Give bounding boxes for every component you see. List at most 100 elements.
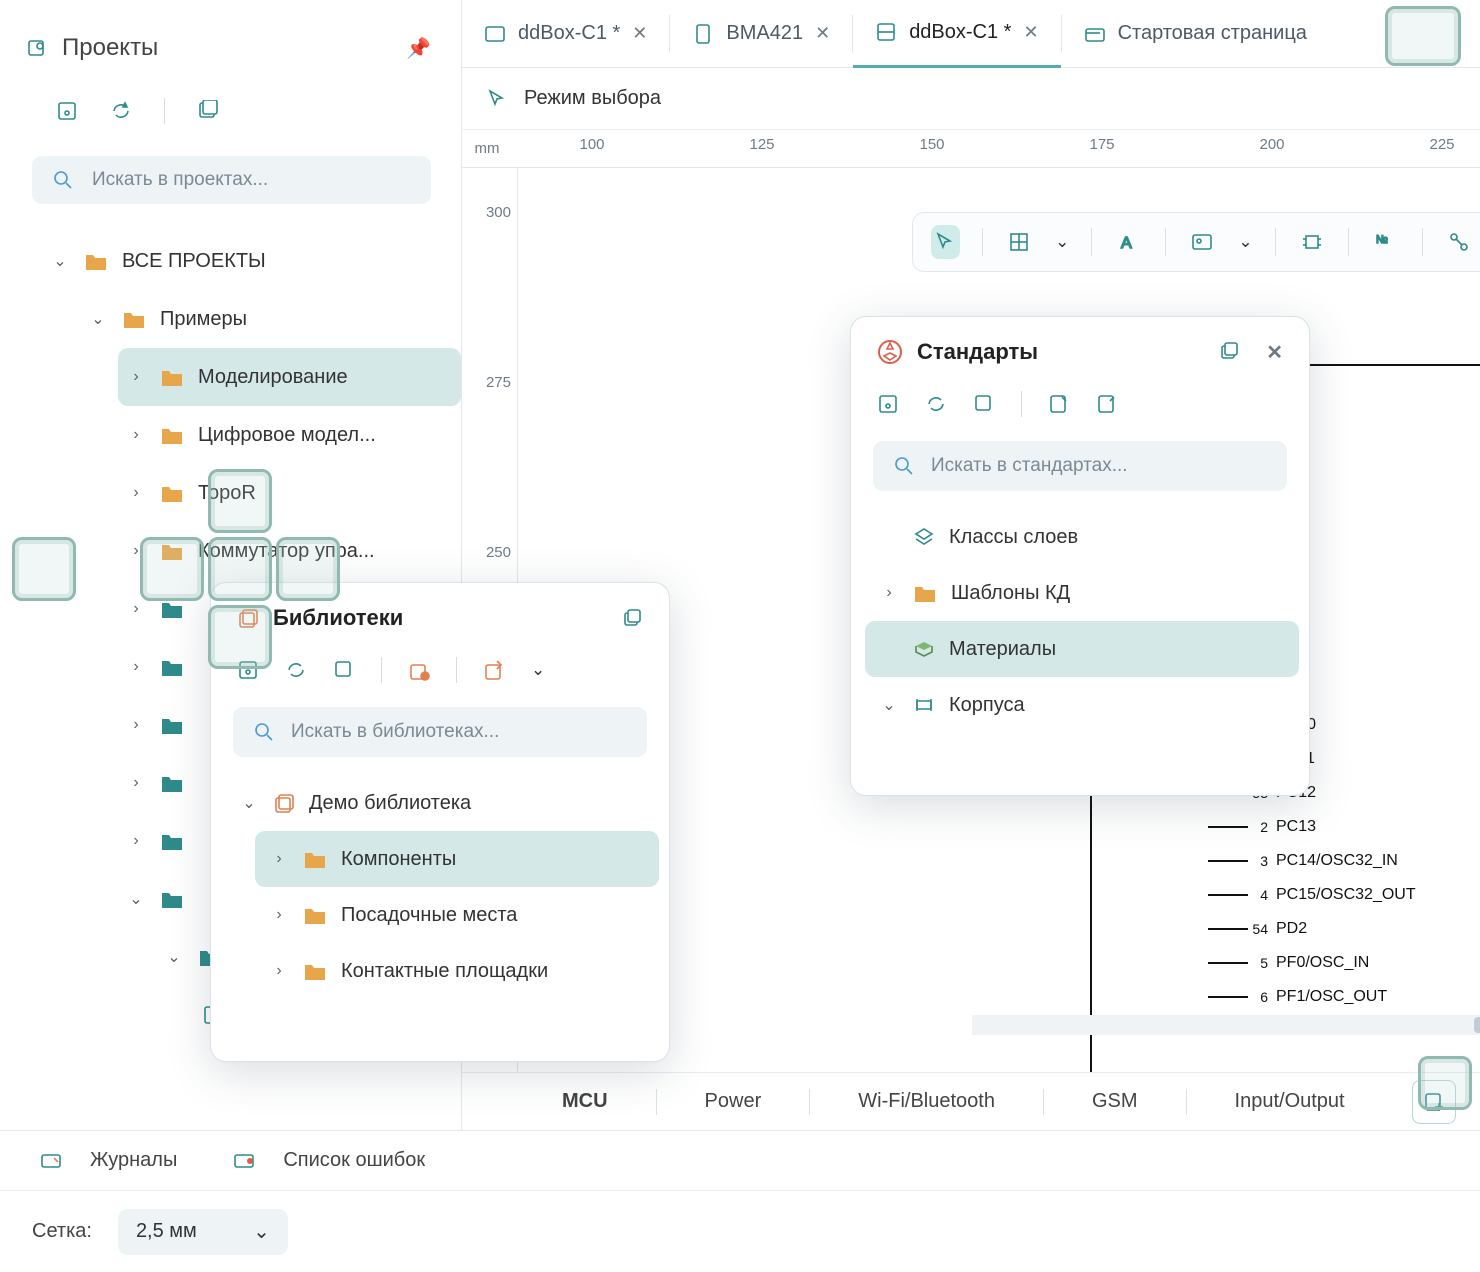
pin-number: 54 bbox=[1248, 921, 1268, 937]
sheet-tab[interactable]: GSM bbox=[1092, 1090, 1138, 1113]
document-tabbar: ddBox-C1 * ✕ BMA421 ✕ ddBox-C1 * ✕ Старт… bbox=[462, 0, 1480, 68]
tree-label: ВСЕ ПРОЕКТЫ bbox=[122, 250, 266, 273]
ruler-unit: mm bbox=[462, 130, 512, 167]
lib-item-pads[interactable]: › Контактные площадки bbox=[255, 943, 659, 999]
pin-stub bbox=[1208, 860, 1248, 862]
refresh-icon[interactable] bbox=[110, 100, 132, 122]
std-item-packages[interactable]: ⌄ Корпуса bbox=[865, 677, 1299, 733]
lib-item-footprints[interactable]: › Посадочные места bbox=[255, 887, 659, 943]
export-std-icon[interactable] bbox=[1096, 393, 1118, 415]
dock-hint-right[interactable] bbox=[276, 537, 340, 601]
reveal-icon[interactable] bbox=[877, 393, 899, 415]
tree-item-model[interactable]: › Моделирование bbox=[118, 348, 461, 406]
std-item-templates[interactable]: › Шаблоны КД bbox=[865, 565, 1299, 621]
standards-popup[interactable]: Стандарты ✕ Искать в стандартах... › Кла… bbox=[850, 316, 1310, 796]
tree-label: Компоненты bbox=[341, 848, 456, 871]
standards-search[interactable]: Искать в стандартах... bbox=[873, 441, 1287, 491]
std-item-layers[interactable]: › Классы слоев bbox=[865, 509, 1299, 565]
collapse-icon[interactable] bbox=[333, 659, 355, 681]
close-icon[interactable]: ✕ bbox=[815, 23, 830, 44]
folder-teal-icon bbox=[160, 830, 184, 852]
dock-hint-left[interactable] bbox=[140, 537, 204, 601]
scrollbar-thumb[interactable] bbox=[1474, 1017, 1480, 1033]
import-std-icon[interactable] bbox=[1048, 393, 1070, 415]
sheet-tabs: MCU Power Wi-Fi/Bluetooth GSM Input/Outp… bbox=[462, 1072, 1480, 1130]
add-lib-icon[interactable] bbox=[408, 659, 430, 681]
tab-file[interactable]: BMA421 ✕ bbox=[670, 0, 852, 68]
journals-button[interactable]: Журналы bbox=[90, 1149, 177, 1172]
tree-label: Контактные площадки bbox=[341, 960, 548, 983]
sheet-tab[interactable]: MCU bbox=[562, 1090, 608, 1113]
pin-icon[interactable]: 📌 bbox=[406, 36, 431, 61]
chevron-down-icon[interactable]: ⌄ bbox=[1238, 232, 1252, 252]
close-icon[interactable]: ✕ bbox=[632, 23, 647, 44]
lib-root[interactable]: ⌄ Демо библиотека bbox=[225, 775, 659, 831]
reveal-icon[interactable] bbox=[56, 100, 78, 122]
select-tool-button[interactable] bbox=[931, 225, 960, 259]
component-tool-button[interactable] bbox=[1297, 225, 1326, 259]
refresh-icon[interactable] bbox=[285, 659, 307, 681]
sheet-tab[interactable]: Wi-Fi/Bluetooth bbox=[858, 1090, 995, 1113]
tree-item-primery[interactable]: ⌄ Примеры bbox=[80, 290, 461, 348]
pin-stub bbox=[1208, 894, 1248, 896]
pin-stub bbox=[1208, 996, 1248, 998]
sheet-tab[interactable]: Input/Output bbox=[1235, 1090, 1345, 1113]
dock-hint-edge[interactable] bbox=[12, 537, 76, 601]
tree-item-digital[interactable]: › Цифровое модел... bbox=[118, 406, 461, 464]
pin-row: 6PF1/OSC_OUT bbox=[1070, 980, 1416, 1014]
chevron-down-icon: ⌄ bbox=[879, 695, 899, 715]
image-tool-button[interactable] bbox=[1188, 225, 1217, 259]
pin-name: PC13 bbox=[1276, 818, 1316, 836]
collapse-icon[interactable] bbox=[197, 100, 219, 122]
grid-select[interactable]: 2,5 мм ⌄ bbox=[118, 1209, 288, 1255]
ruler-tick: 150 bbox=[912, 136, 952, 153]
tab-label: ddBox-C1 * bbox=[909, 21, 1011, 44]
search-icon bbox=[52, 169, 74, 191]
designator-tool-button[interactable]: № bbox=[1371, 225, 1400, 259]
dock-hint-corner[interactable] bbox=[1385, 6, 1461, 66]
close-icon[interactable]: ✕ bbox=[1266, 340, 1283, 365]
tree-label: Примеры bbox=[160, 308, 247, 331]
close-icon[interactable]: ✕ bbox=[1023, 22, 1038, 43]
dock-hint-center[interactable] bbox=[208, 537, 272, 601]
projects-search[interactable]: Искать в проектах... bbox=[32, 156, 431, 204]
libraries-popup[interactable]: Библиотеки ⌄ Искать в библиотеках... ⌄ Д… bbox=[210, 582, 670, 1062]
std-item-materials[interactable]: › Материалы bbox=[865, 621, 1299, 677]
text-tool-button[interactable]: A bbox=[1114, 225, 1143, 259]
search-icon bbox=[253, 721, 275, 743]
lib-item-components[interactable]: › Компоненты bbox=[255, 831, 659, 887]
sheet-tab[interactable]: Power bbox=[705, 1090, 762, 1113]
dock-hint-top[interactable] bbox=[208, 469, 272, 533]
chevron-down-icon[interactable]: ⌄ bbox=[1055, 232, 1069, 252]
standards-icon bbox=[877, 339, 903, 365]
tab-home[interactable]: Стартовая страница bbox=[1062, 0, 1329, 68]
net-tool-button[interactable] bbox=[1444, 225, 1473, 259]
restore-icon[interactable] bbox=[1218, 340, 1240, 362]
errors-button[interactable]: Список ошибок bbox=[283, 1149, 425, 1172]
sidebar-toolbar bbox=[26, 98, 461, 124]
board-icon bbox=[484, 23, 506, 45]
horizontal-scrollbar[interactable] bbox=[972, 1015, 1480, 1035]
tab-schematic[interactable]: ddBox-C1 * ✕ bbox=[853, 0, 1060, 68]
number-icon: № bbox=[1374, 231, 1396, 253]
chevron-down-icon[interactable]: ⌄ bbox=[531, 660, 545, 680]
text-icon: A bbox=[1118, 231, 1140, 253]
pin-row: 2PC13 bbox=[1070, 810, 1416, 844]
restore-icon[interactable] bbox=[621, 607, 643, 629]
bottom-panels-bar: Журналы Список ошибок bbox=[0, 1130, 1480, 1190]
libraries-search[interactable]: Искать в библиотеках... bbox=[233, 707, 647, 757]
popup-header: Стандарты ✕ bbox=[851, 317, 1309, 373]
cursor-icon bbox=[486, 88, 508, 110]
tree-root[interactable]: ⌄ ВСЕ ПРОЕКТЫ bbox=[42, 232, 461, 290]
search-placeholder: Искать в проектах... bbox=[92, 169, 268, 191]
refresh-icon[interactable] bbox=[925, 393, 947, 415]
tab-board[interactable]: ddBox-C1 * ✕ bbox=[462, 0, 669, 68]
ruler-tick: 100 bbox=[572, 136, 612, 153]
tree-item-topor[interactable]: › TopoR bbox=[118, 464, 461, 522]
dock-hint-bottom[interactable] bbox=[208, 605, 272, 669]
collapse-icon[interactable] bbox=[973, 393, 995, 415]
journals-icon bbox=[40, 1150, 62, 1172]
grid-tool-button[interactable] bbox=[1004, 225, 1033, 259]
import-lib-icon[interactable] bbox=[483, 659, 505, 681]
dock-hint-corner[interactable] bbox=[1418, 1056, 1472, 1110]
